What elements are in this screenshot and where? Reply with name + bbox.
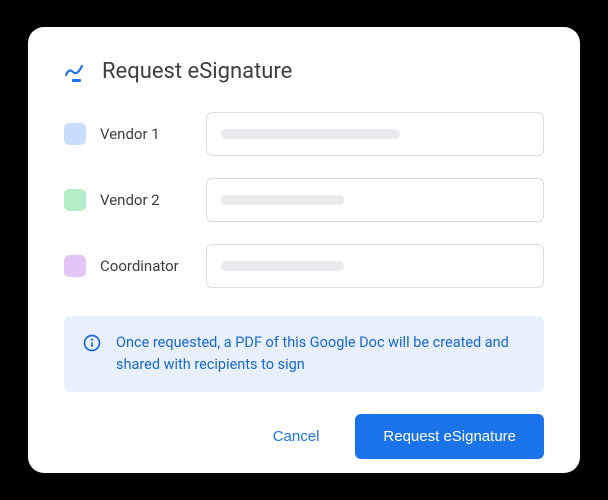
signer-row: Coordinator [64,244,544,288]
dialog-title: Request eSignature [102,59,292,84]
signer-label: Vendor 1 [100,125,192,143]
cancel-button[interactable]: Cancel [249,416,344,457]
signer-input[interactable] [206,178,544,222]
info-text: Once requested, a PDF of this Google Doc… [116,332,526,376]
dialog-header: Request eSignature [64,59,544,84]
signer-row: Vendor 1 [64,112,544,156]
placeholder-bar [221,261,344,271]
signer-input[interactable] [206,112,544,156]
signer-label: Vendor 2 [100,191,192,209]
signer-label: Coordinator [100,257,192,275]
request-esignature-button[interactable]: Request eSignature [355,414,544,459]
signer-row: Vendor 2 [64,178,544,222]
signature-icon [64,60,88,84]
signer-input[interactable] [206,244,544,288]
signer-color-chip [64,255,86,277]
signer-color-chip [64,123,86,145]
info-banner: Once requested, a PDF of this Google Doc… [64,316,544,392]
placeholder-bar [221,195,344,205]
esignature-dialog: Request eSignature Vendor 1 Vendor 2 Coo… [28,27,580,473]
dialog-actions: Cancel Request eSignature [64,414,544,459]
signers-list: Vendor 1 Vendor 2 Coordinator [64,112,544,288]
placeholder-bar [221,129,400,139]
info-icon [82,333,102,353]
signer-color-chip [64,189,86,211]
